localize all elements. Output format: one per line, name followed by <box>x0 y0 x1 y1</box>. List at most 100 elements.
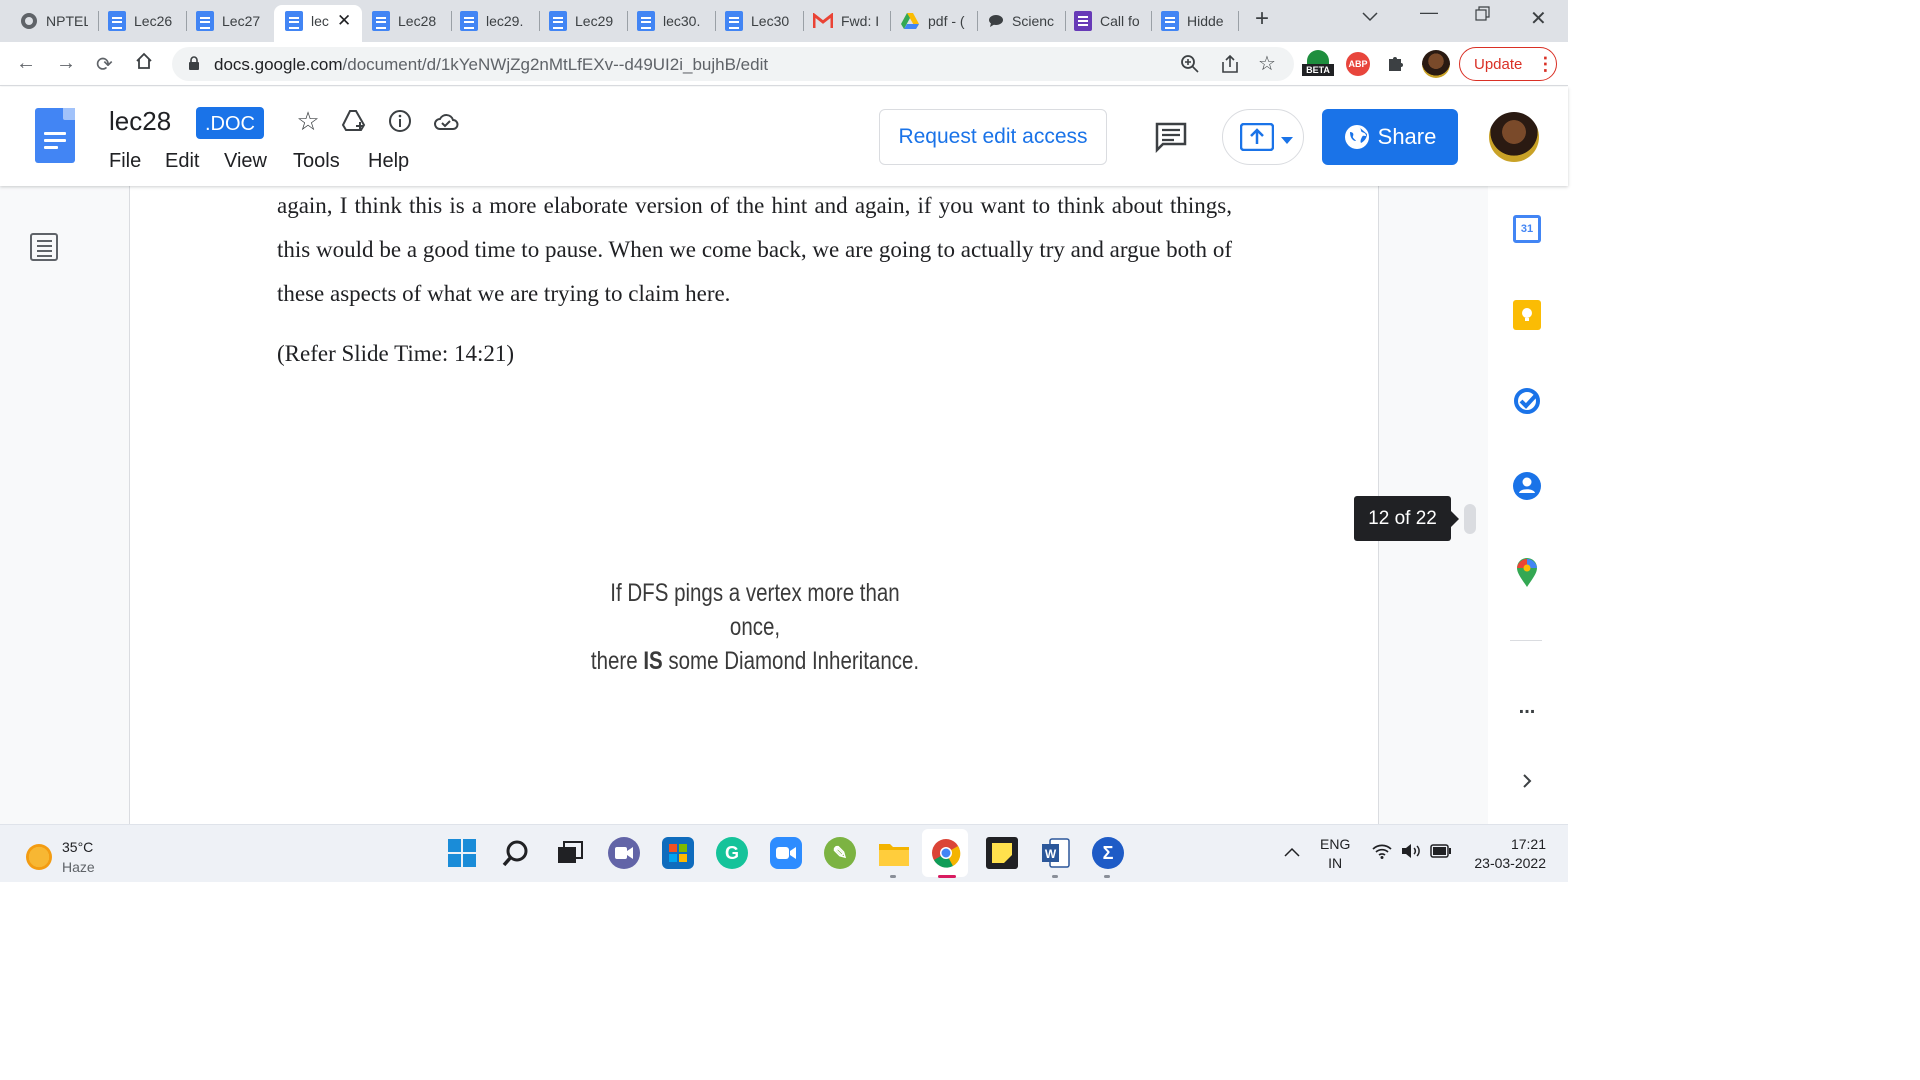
menu-file[interactable]: File <box>109 150 141 173</box>
close-tab-icon[interactable]: ✕ <box>337 11 351 31</box>
tab-science[interactable]: Scienc <box>988 8 1058 34</box>
move-to-drive-icon[interactable] <box>341 108 367 134</box>
address-bar[interactable]: docs.google.com/document/d/1kYeNWjZg2nMt… <box>172 47 1294 81</box>
request-edit-access-button[interactable]: Request edit access <box>879 109 1107 165</box>
restore-icon[interactable] <box>1475 6 1491 27</box>
tab-search-chevron-icon[interactable] <box>1362 6 1378 27</box>
tab-title: Lec29 <box>575 13 614 29</box>
new-tab-icon[interactable]: + <box>1255 5 1269 33</box>
dropdown-arrow-icon <box>1281 132 1293 150</box>
chrome-icon[interactable] <box>930 837 962 869</box>
weather-widget[interactable]: 35°C Haze <box>26 837 95 877</box>
close-window-icon[interactable]: ✕ <box>1530 6 1547 31</box>
tab-title: Lec26 <box>134 13 173 29</box>
volume-icon[interactable] <box>1401 843 1423 864</box>
gmail-icon <box>813 13 833 29</box>
menu-edit[interactable]: Edit <box>165 150 199 173</box>
tab-lec27[interactable]: Lec27 <box>196 8 266 34</box>
maps-icon[interactable] <box>1512 558 1542 588</box>
document-title[interactable]: lec28 <box>109 106 171 137</box>
info-icon[interactable] <box>387 108 413 134</box>
star-icon[interactable]: ☆ <box>295 106 321 136</box>
comment-history-icon[interactable] <box>1155 121 1187 158</box>
tab-nptel[interactable]: NPTEL <box>20 8 88 34</box>
forms-icon <box>1074 11 1092 31</box>
tab-title: lec29. <box>486 13 524 29</box>
tab-forms[interactable]: Call fo <box>1074 8 1144 34</box>
more-apps-icon[interactable]: ... <box>1512 692 1542 722</box>
tab-lec26[interactable]: Lec26 <box>108 8 178 34</box>
docs-icon <box>725 11 743 31</box>
tab-lec28-active[interactable]: lec ✕ <box>285 8 355 34</box>
sticky-notes-icon[interactable] <box>986 837 1018 869</box>
forward-icon[interactable]: → <box>56 52 76 75</box>
google-docs-logo-icon[interactable] <box>35 108 75 163</box>
tab-title: lec30. <box>663 13 701 29</box>
search-icon[interactable] <box>500 837 532 869</box>
keep-icon[interactable] <box>1512 300 1542 330</box>
teams-chat-icon[interactable] <box>608 837 640 869</box>
tab-lec30-b[interactable]: Lec30 <box>725 8 797 34</box>
home-icon[interactable] <box>135 52 153 76</box>
bookmark-star-icon[interactable]: ☆ <box>1258 51 1276 76</box>
present-upload-button[interactable] <box>1222 109 1304 165</box>
slide-line-2: there IS some Diamond Inheritance. <box>587 644 923 678</box>
contacts-icon[interactable] <box>1512 471 1542 501</box>
globe-icon <box>1344 124 1370 150</box>
microsoft-store-icon[interactable] <box>662 837 694 869</box>
calendar-icon[interactable]: 31 <box>1512 214 1542 244</box>
document-page[interactable]: again, I think this is a more elaborate … <box>129 186 1379 824</box>
notes-app-icon[interactable]: ✎ <box>824 837 856 869</box>
share-label: Share <box>1377 124 1437 149</box>
browser-tab-strip: NPTEL Lec26 Lec27 lec ✕ Lec28 lec29. Lec… <box>0 0 1568 42</box>
wifi-icon[interactable] <box>1372 843 1392 864</box>
grammarly-icon[interactable]: G <box>716 837 748 869</box>
tab-lec29-b[interactable]: Lec29 <box>549 8 621 34</box>
slide-image-text: If DFS pings a vertex more than once, th… <box>587 576 923 678</box>
minimize-icon[interactable]: — <box>1420 2 1438 23</box>
beta-extension-icon[interactable]: BETA <box>1302 50 1334 82</box>
docs-icon <box>196 11 214 31</box>
profile-avatar[interactable] <box>1422 50 1450 78</box>
language-code: ENG <box>1320 836 1351 852</box>
tab-drive[interactable]: pdf - ( <box>900 8 970 34</box>
back-icon[interactable]: ← <box>16 52 36 75</box>
menu-help[interactable]: Help <box>368 150 409 173</box>
adblock-icon[interactable]: ABP <box>1346 52 1370 76</box>
file-explorer-icon[interactable] <box>878 837 910 869</box>
scrollbar-thumb[interactable] <box>1464 504 1476 534</box>
language-indicator[interactable]: ENG IN <box>1320 835 1350 873</box>
task-view-icon[interactable] <box>554 837 586 869</box>
docs-icon <box>637 11 655 31</box>
tab-hidden[interactable]: Hidde <box>1161 8 1229 34</box>
zoom-app-icon[interactable] <box>770 837 802 869</box>
extensions-puzzle-icon[interactable] <box>1386 53 1406 78</box>
tab-lec29-a[interactable]: lec29. <box>460 8 532 34</box>
menu-tools[interactable]: Tools <box>293 150 340 173</box>
document-outline-icon[interactable] <box>30 233 58 261</box>
tab-lec28[interactable]: Lec28 <box>372 8 444 34</box>
url-host: docs.google.com <box>214 55 343 74</box>
active-app-indicator <box>938 875 956 878</box>
update-button[interactable]: Update ⋮ <box>1459 47 1557 81</box>
docs-workspace: again, I think this is a more elaborate … <box>0 186 1568 824</box>
show-hidden-icons-chevron-icon[interactable] <box>1284 844 1300 862</box>
share-button[interactable]: Share <box>1322 109 1458 165</box>
beta-label: BETA <box>1302 64 1334 76</box>
tab-gmail[interactable]: Fwd: I <box>813 8 883 34</box>
tasks-icon[interactable] <box>1512 386 1542 416</box>
battery-icon[interactable] <box>1430 844 1452 863</box>
tab-lec30-a[interactable]: lec30. <box>637 8 709 34</box>
menu-view[interactable]: View <box>224 150 267 173</box>
tab-title: NPTEL <box>46 13 88 29</box>
word-icon[interactable]: W <box>1040 837 1072 869</box>
windows-start-icon[interactable] <box>446 837 478 869</box>
math-app-icon[interactable]: Σ <box>1092 837 1124 869</box>
system-clock[interactable]: 17:21 23-03-2022 <box>1468 835 1546 873</box>
zoom-icon[interactable] <box>1180 54 1200 79</box>
slide-time-reference: (Refer Slide Time: 14:21) <box>277 341 515 366</box>
account-avatar[interactable] <box>1489 112 1539 162</box>
share-page-icon[interactable] <box>1220 54 1240 79</box>
reload-icon[interactable]: ⟳ <box>96 52 113 77</box>
expand-panel-chevron-icon[interactable] <box>1512 766 1542 796</box>
